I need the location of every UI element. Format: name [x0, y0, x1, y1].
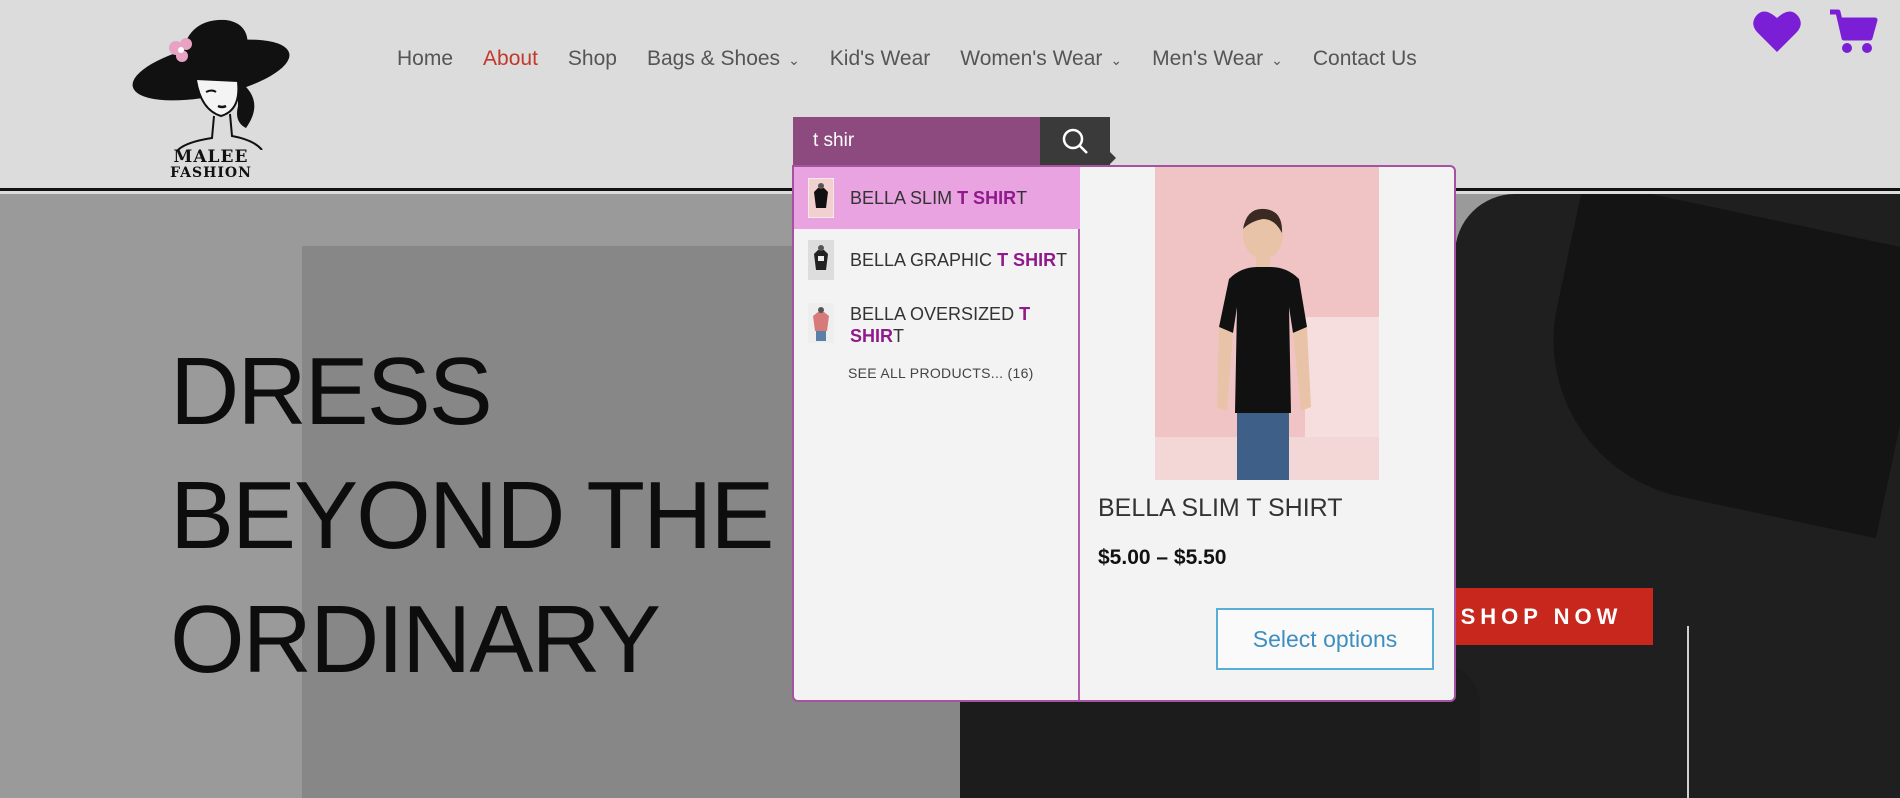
- search-results-list: BELLA SLIM T SHIRT BELLA GRAPHIC T SHIRT…: [794, 167, 1080, 700]
- search-button[interactable]: [1040, 117, 1110, 165]
- search-result-item[interactable]: BELLA OVERSIZED T SHIRT: [794, 291, 1080, 363]
- product-thumbnail: [807, 177, 835, 219]
- brand-logo[interactable]: MALEE FASHION: [126, 10, 296, 185]
- nav-home[interactable]: Home: [397, 47, 453, 71]
- search-results-dropdown: BELLA SLIM T SHIRT BELLA GRAPHIC T SHIRT…: [792, 165, 1456, 702]
- search-bar: [793, 117, 1077, 165]
- nav-mens-wear[interactable]: Men's Wear ⌄: [1152, 47, 1283, 71]
- wishlist-heart-icon[interactable]: [1752, 8, 1802, 54]
- nav-contact-us[interactable]: Contact Us: [1313, 47, 1417, 71]
- search-button-caret: [1108, 150, 1116, 166]
- hero-title-line: BEYOND THE: [170, 462, 774, 569]
- nav-bags-shoes[interactable]: Bags & Shoes ⌄: [647, 47, 800, 71]
- hero-divider: [1687, 626, 1689, 798]
- brand-name: MALEE: [173, 147, 249, 167]
- hero-title: DRESS BEYOND THE ORDINARY: [170, 330, 774, 702]
- product-preview: BELLA SLIM T SHIRT $5.00 – $5.50 Select …: [1080, 167, 1454, 700]
- search-result-item[interactable]: BELLA SLIM T SHIRT: [794, 167, 1080, 229]
- product-thumbnail: [808, 240, 834, 280]
- preview-product-price: $5.00 – $5.50: [1098, 546, 1227, 569]
- nav-shop[interactable]: Shop: [568, 47, 617, 71]
- nav-label: Home: [397, 47, 454, 70]
- cart-icon[interactable]: [1828, 8, 1878, 56]
- main-nav: Home About Shop Bags & Shoes ⌄ Kid's Wear…: [397, 44, 1447, 74]
- result-name: BELLA OVERSIZED T SHIRT: [850, 304, 1031, 346]
- nav-label: About: [483, 47, 538, 70]
- search-result-item[interactable]: BELLA GRAPHIC T SHIRT: [794, 229, 1080, 291]
- result-name: BELLA SLIM T SHIRT: [850, 188, 1028, 208]
- nav-label: Shop: [567, 47, 617, 70]
- nav-label: Women's Wear: [960, 47, 1103, 70]
- nav-kids-wear[interactable]: Kid's Wear: [830, 47, 931, 71]
- see-all-products-link[interactable]: SEE ALL PRODUCTS... (16): [848, 365, 1034, 381]
- nav-label: Contact Us: [1312, 47, 1417, 70]
- product-image[interactable]: [1155, 167, 1379, 480]
- woman-hat-logo-icon: [132, 19, 290, 151]
- hero-title-line: DRESS: [170, 338, 493, 445]
- nav-womens-wear[interactable]: Women's Wear ⌄: [960, 47, 1122, 71]
- nav-about[interactable]: About: [483, 47, 538, 71]
- nav-label: Bags & Shoes: [646, 47, 781, 70]
- nav-label: Men's Wear: [1152, 47, 1264, 70]
- search-icon: [1062, 128, 1088, 154]
- preview-product-title[interactable]: BELLA SLIM T SHIRT: [1098, 494, 1343, 523]
- hero-title-line: ORDINARY: [170, 586, 661, 693]
- nav-label: Kid's Wear: [829, 47, 931, 70]
- chevron-down-icon: ⌄: [1110, 51, 1123, 68]
- select-options-button[interactable]: Select options: [1216, 608, 1434, 670]
- chevron-down-icon: ⌄: [1271, 51, 1283, 68]
- product-thumbnail: [808, 303, 834, 343]
- result-name: BELLA GRAPHIC T SHIRT: [850, 250, 1068, 270]
- chevron-down-icon: ⌄: [788, 51, 800, 68]
- shop-now-button[interactable]: SHOP NOW: [1430, 588, 1653, 645]
- search-input[interactable]: [793, 117, 1058, 165]
- brand-subtitle: FASHION: [170, 165, 252, 181]
